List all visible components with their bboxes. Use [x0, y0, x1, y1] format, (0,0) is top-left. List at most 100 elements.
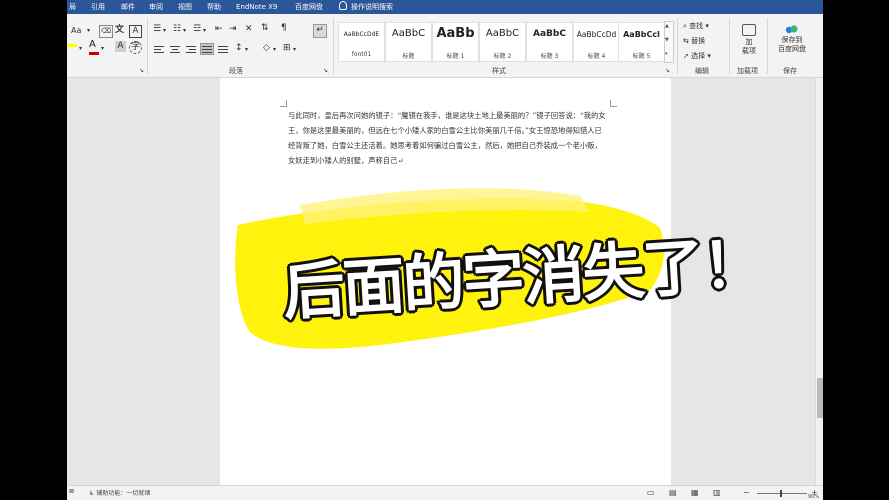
style-heading-4[interactable]: AaBbCcDd 标题 4 [573, 22, 620, 62]
save-group-label: 保存 [783, 67, 797, 75]
decrease-indent-icon[interactable]: ⇤ [215, 24, 223, 34]
tell-me-search[interactable]: 操作说明搜索 [339, 1, 393, 13]
chevron-down-icon[interactable]: ▾ [273, 45, 276, 55]
chinese-layout-icon[interactable]: ✕ [245, 24, 253, 34]
distributed-icon[interactable] [217, 44, 229, 54]
print-layout-icon[interactable]: ▦ [691, 488, 699, 497]
style-name: 标题 2 [493, 53, 512, 60]
styles-dialog-launcher-icon[interactable]: ↘ [665, 66, 670, 76]
save-to-baidu-button[interactable]: 保存到 百度网盘 [770, 24, 814, 54]
chevron-down-icon[interactable]: ▾ [101, 44, 104, 54]
show-marks-icon[interactable]: ¶ [281, 23, 287, 33]
addins-group-label: 加载项 [737, 67, 758, 75]
group-separator [729, 18, 730, 74]
style-preview: AaBbC [485, 28, 520, 39]
scrollbar-thumb[interactable] [817, 378, 823, 418]
chevron-down-icon[interactable]: ▾ [87, 26, 90, 36]
zoom-slider-knob[interactable] [780, 490, 782, 497]
font-color-letter: A [89, 39, 96, 50]
style-heading-5[interactable]: AaBbCcl 标题 5 [618, 22, 665, 62]
chevron-down-icon[interactable]: ▼ [665, 37, 669, 43]
gallery-expand-icon[interactable]: ▾ [665, 51, 668, 57]
addins-button-label: 加 载项 [742, 38, 756, 55]
align-left-icon[interactable] [153, 44, 165, 54]
chevron-down-icon[interactable]: ▾ [79, 44, 82, 54]
tab-layout[interactable]: 局 [69, 1, 76, 13]
zoom-out-icon[interactable]: − [743, 488, 750, 497]
multilevel-list-icon[interactable]: ☲ [193, 24, 201, 34]
style-name: 标题 4 [587, 53, 606, 60]
styles-group-label: 样式 [492, 67, 506, 75]
style-heading-3[interactable]: AaBbC 标题 3 [526, 22, 573, 62]
highlight-color-swatch[interactable] [67, 44, 77, 47]
tab-view[interactable]: 视图 [178, 1, 192, 13]
style-preview: AaBbC [391, 28, 426, 39]
group-separator [677, 18, 678, 74]
chevron-down-icon[interactable]: ▾ [163, 26, 166, 36]
video-frame: 局 引用 邮件 审阅 视图 帮助 EndNote X9 百度网盘 操作说明搜索 … [0, 0, 889, 500]
style-title[interactable]: AaBbC 标题 [385, 22, 432, 62]
borders-icon[interactable]: ⊞ [283, 43, 291, 53]
vertical-scrollbar[interactable] [815, 78, 823, 485]
phonetic-guide-button[interactable]: 文 [115, 25, 124, 35]
focus-mode-icon[interactable]: ▭ [647, 488, 655, 497]
char-shading-button[interactable]: A [115, 41, 126, 52]
chevron-down-icon[interactable]: ▾ [293, 45, 296, 55]
style-font01[interactable]: AaBbCcDdE font01 [338, 22, 385, 62]
editing-group-label: 编辑 [695, 67, 709, 75]
group-separator [767, 18, 768, 74]
zoom-slider[interactable] [757, 493, 807, 494]
select-button[interactable]: ➚ 选择 ▾ [683, 51, 711, 61]
increase-indent-icon[interactable]: ⇥ [229, 24, 237, 34]
style-preview: AaBbCcDdE [343, 31, 380, 38]
align-center-icon[interactable] [169, 44, 181, 54]
tab-mailings[interactable]: 邮件 [121, 1, 135, 13]
chevron-down-icon[interactable]: ▾ [245, 45, 248, 55]
shading-icon[interactable]: ◇ [263, 43, 270, 53]
font-dialog-launcher-icon[interactable]: ↘ [139, 66, 144, 76]
document-paragraph[interactable]: 与此同时，皇后再次问她的镜子：“魔镜在我手，谁是这块土地上最美丽的？”镜子回答说… [288, 108, 606, 168]
change-case-button[interactable]: Aa [71, 26, 81, 36]
style-name: 标题 5 [632, 53, 651, 60]
web-layout-icon[interactable]: ▥ [713, 488, 721, 497]
find-button[interactable]: ⌕ 查找 ▾ [683, 21, 709, 31]
clear-formatting-button[interactable]: ⌫ [99, 25, 113, 38]
tab-review[interactable]: 审阅 [149, 1, 163, 13]
font-color-button[interactable]: A [89, 40, 96, 50]
font-color-swatch [89, 52, 99, 55]
accessibility-status[interactable]: ♿ 辅助功能：一切就绪 [89, 488, 150, 497]
justify-icon[interactable] [200, 43, 214, 55]
line-spacing-icon[interactable]: ↕ [235, 43, 243, 53]
chevron-down-icon[interactable]: ▾ [203, 26, 206, 36]
sort-icon[interactable]: ⇅ [261, 23, 269, 33]
paragraph-group-label: 段落 [229, 67, 243, 75]
tab-baidu-netdisk[interactable]: 百度网盘 [295, 1, 323, 13]
bullets-icon[interactable]: ☰ [153, 24, 161, 34]
proofing-icon[interactable]: ⊠ [69, 488, 74, 495]
enclose-char-button[interactable]: 字 [129, 41, 142, 54]
style-heading-1[interactable]: AaBb 标题 1 [432, 22, 479, 62]
align-right-icon[interactable] [185, 44, 197, 54]
styles-gallery-scroll[interactable]: ▲ ▼ ▾ [664, 21, 674, 63]
margin-corner-mark [280, 100, 287, 107]
read-mode-icon[interactable]: ▤ [669, 488, 677, 497]
tab-references[interactable]: 引用 [91, 1, 105, 13]
tab-help[interactable]: 帮助 [207, 1, 221, 13]
style-preview: AaBbC [533, 29, 566, 39]
paragraph-dialog-launcher-icon[interactable]: ↘ [323, 66, 328, 76]
accessibility-label: 辅助功能：一切就绪 [96, 490, 151, 497]
zoom-level[interactable]: 90% [808, 494, 819, 500]
replace-button[interactable]: ⇆ 替换 [683, 36, 705, 46]
tab-endnote[interactable]: EndNote X9 [236, 1, 277, 13]
char-border-button[interactable]: A [129, 25, 142, 38]
chevron-down-icon[interactable]: ▾ [183, 26, 186, 36]
numbering-icon[interactable]: ☷ [173, 24, 181, 34]
style-preview: AaBbCcDd [576, 30, 617, 39]
chevron-up-icon[interactable]: ▲ [665, 23, 669, 29]
style-name: 标题 [402, 53, 415, 60]
tell-me-label: 操作说明搜索 [351, 3, 393, 11]
addins-button[interactable]: 加 载项 [735, 24, 763, 56]
style-heading-2[interactable]: AaBbC 标题 2 [479, 22, 526, 62]
style-preview: AaBb [436, 26, 475, 41]
paragraph-mark-toggle-icon[interactable]: ↵ [313, 24, 327, 38]
